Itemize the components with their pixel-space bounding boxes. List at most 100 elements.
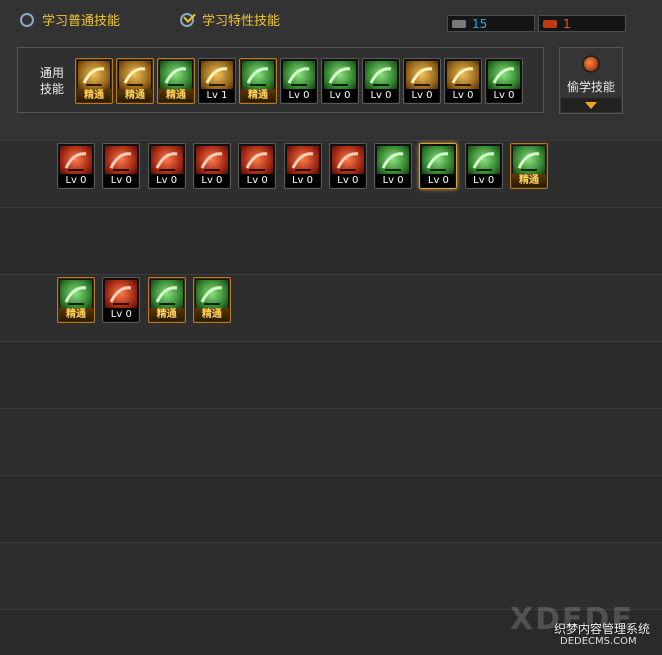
learn-normal-skills-label: 学习普通技能 <box>42 14 121 29</box>
mastery-badge: 精通 <box>159 89 193 102</box>
row1-skill-slot[interactable]: Lv 0 <box>57 143 95 189</box>
common-skill-slot[interactable]: Lv 0 <box>321 58 359 104</box>
radio-circle-icon <box>20 12 34 27</box>
row1-skill-slot[interactable]: Lv 0 <box>374 143 413 189</box>
skill-row-band-3 <box>0 274 662 342</box>
skill-level-label: Lv 0 <box>323 89 357 102</box>
skill-row-band-6 <box>0 475 662 543</box>
skill-icon <box>105 146 138 176</box>
skill-icon <box>377 146 410 176</box>
learn-special-skills-radio[interactable]: 学习特性技能 <box>180 10 280 29</box>
skill-icon <box>324 61 356 91</box>
mastery-badge: 精通 <box>149 308 184 321</box>
row2-skill-slot[interactable]: 精通 <box>57 277 95 323</box>
skill-icon <box>60 280 92 310</box>
skill-icon <box>201 61 233 91</box>
common-skills-label-line1: 通用 <box>39 66 64 80</box>
row1-skill-slot[interactable]: Lv 0 <box>464 143 503 189</box>
skill-row-band-7 <box>0 542 662 610</box>
checkmark-icon <box>180 12 194 27</box>
skill-icon <box>488 61 520 91</box>
skill-icon <box>286 146 319 176</box>
common-skills-label-line2: 技能 <box>39 82 64 96</box>
common-skill-slot[interactable]: Lv 0 <box>444 58 482 104</box>
common-skills-label: 通用 技能 <box>38 65 66 97</box>
common-skill-slot[interactable]: Lv 0 <box>403 58 441 104</box>
tp-counter: 1 <box>538 15 626 32</box>
skill-level-label: Lv 0 <box>466 174 501 187</box>
chest-icon <box>543 19 557 28</box>
skill-level-label: Lv 0 <box>364 89 398 102</box>
row2-skill-slot[interactable]: Lv 0 <box>102 277 141 323</box>
steal-skill-label: 偷学技能 <box>566 80 615 94</box>
watermark-cn-text: 织梦内容管理系统 <box>554 622 651 636</box>
skill-level-label: Lv 1 <box>200 89 234 102</box>
skill-level-label: Lv 0 <box>282 89 316 102</box>
skill-level-label: Lv 0 <box>149 174 184 187</box>
skill-icon <box>241 146 274 176</box>
skill-level-label: Lv 0 <box>376 174 411 187</box>
book-icon <box>452 19 466 28</box>
skill-icon <box>447 61 479 91</box>
row2-skill-slot[interactable]: 精通 <box>192 277 231 323</box>
common-skill-slot[interactable]: 精通 <box>157 58 195 104</box>
row1-skill-slot[interactable]: 精通 <box>510 143 548 189</box>
skill-icon <box>150 280 183 310</box>
skill-level-label: Lv 0 <box>487 89 521 102</box>
common-skill-slot[interactable]: 精通 <box>116 58 154 104</box>
skill-icon <box>513 146 545 176</box>
row1-skill-slot[interactable]: Lv 0 <box>238 143 277 189</box>
learn-normal-skills-radio[interactable]: 学习普通技能 <box>20 10 120 29</box>
skill-icon <box>160 61 192 91</box>
row1-skill-slot[interactable]: Lv 0 <box>283 143 322 189</box>
skill-row-band-4 <box>0 341 662 409</box>
skill-icon <box>422 146 455 176</box>
skill-icon <box>467 146 500 176</box>
mastery-badge: 精通 <box>194 308 229 321</box>
skill-level-label: Lv 0 <box>421 174 456 187</box>
skill-icon <box>119 61 151 91</box>
mastery-badge: 精通 <box>77 89 111 102</box>
steal-orb-icon <box>584 57 598 71</box>
row2-skill-slot[interactable]: 精通 <box>147 277 186 323</box>
skill-level-label: Lv 0 <box>330 174 365 187</box>
common-skill-slot[interactable]: 精通 <box>239 58 277 104</box>
skill-icon <box>150 146 183 176</box>
row1-skill-slot[interactable]: Lv 0 <box>102 143 141 189</box>
skill-icon <box>78 61 110 91</box>
common-skill-slot[interactable]: Lv 1 <box>198 58 236 104</box>
watermark-logo: XDEDE 织梦内容管理系统 DEDECMS.COM <box>508 602 658 650</box>
mastery-badge: 精通 <box>118 89 152 102</box>
watermark-url-text: DEDECMS.COM <box>560 636 637 647</box>
steal-skill-button[interactable]: 偷学技能 <box>559 47 623 114</box>
skill-icon <box>195 280 228 310</box>
skill-icon <box>60 146 92 176</box>
row1-skill-slot[interactable]: Lv 0 <box>328 143 367 189</box>
sp-value: 15 <box>472 16 488 31</box>
skill-level-label: Lv 0 <box>104 174 139 187</box>
common-skill-slot[interactable]: Lv 0 <box>485 58 523 104</box>
row1-skill-slot[interactable]: Lv 0 <box>192 143 231 189</box>
learn-special-skills-label: 学习特性技能 <box>202 14 281 29</box>
skill-icon <box>105 280 138 310</box>
skill-row-band-2 <box>0 207 662 275</box>
tp-value: 1 <box>563 16 571 31</box>
skill-level-label: Lv 0 <box>446 89 480 102</box>
common-skill-slot[interactable]: 精通 <box>75 58 113 104</box>
mastery-badge: 精通 <box>241 89 275 102</box>
mastery-badge: 精通 <box>512 174 546 187</box>
common-skill-slot[interactable]: Lv 0 <box>280 58 318 104</box>
skill-level-label: Lv 0 <box>104 308 139 321</box>
chevron-down-icon[interactable] <box>585 102 597 109</box>
skill-icon <box>406 61 438 91</box>
skill-icon <box>365 61 397 91</box>
skill-row-band-5 <box>0 408 662 476</box>
skill-icon <box>331 146 364 176</box>
row1-skill-slot[interactable]: Lv 0 <box>147 143 186 189</box>
skill-level-label: Lv 0 <box>285 174 320 187</box>
skill-level-label: Lv 0 <box>405 89 439 102</box>
common-skill-slot[interactable]: Lv 0 <box>362 58 400 104</box>
row1-skill-slot[interactable]: Lv 0 <box>419 143 458 189</box>
skill-level-label: Lv 0 <box>240 174 275 187</box>
mastery-badge: 精通 <box>59 308 93 321</box>
